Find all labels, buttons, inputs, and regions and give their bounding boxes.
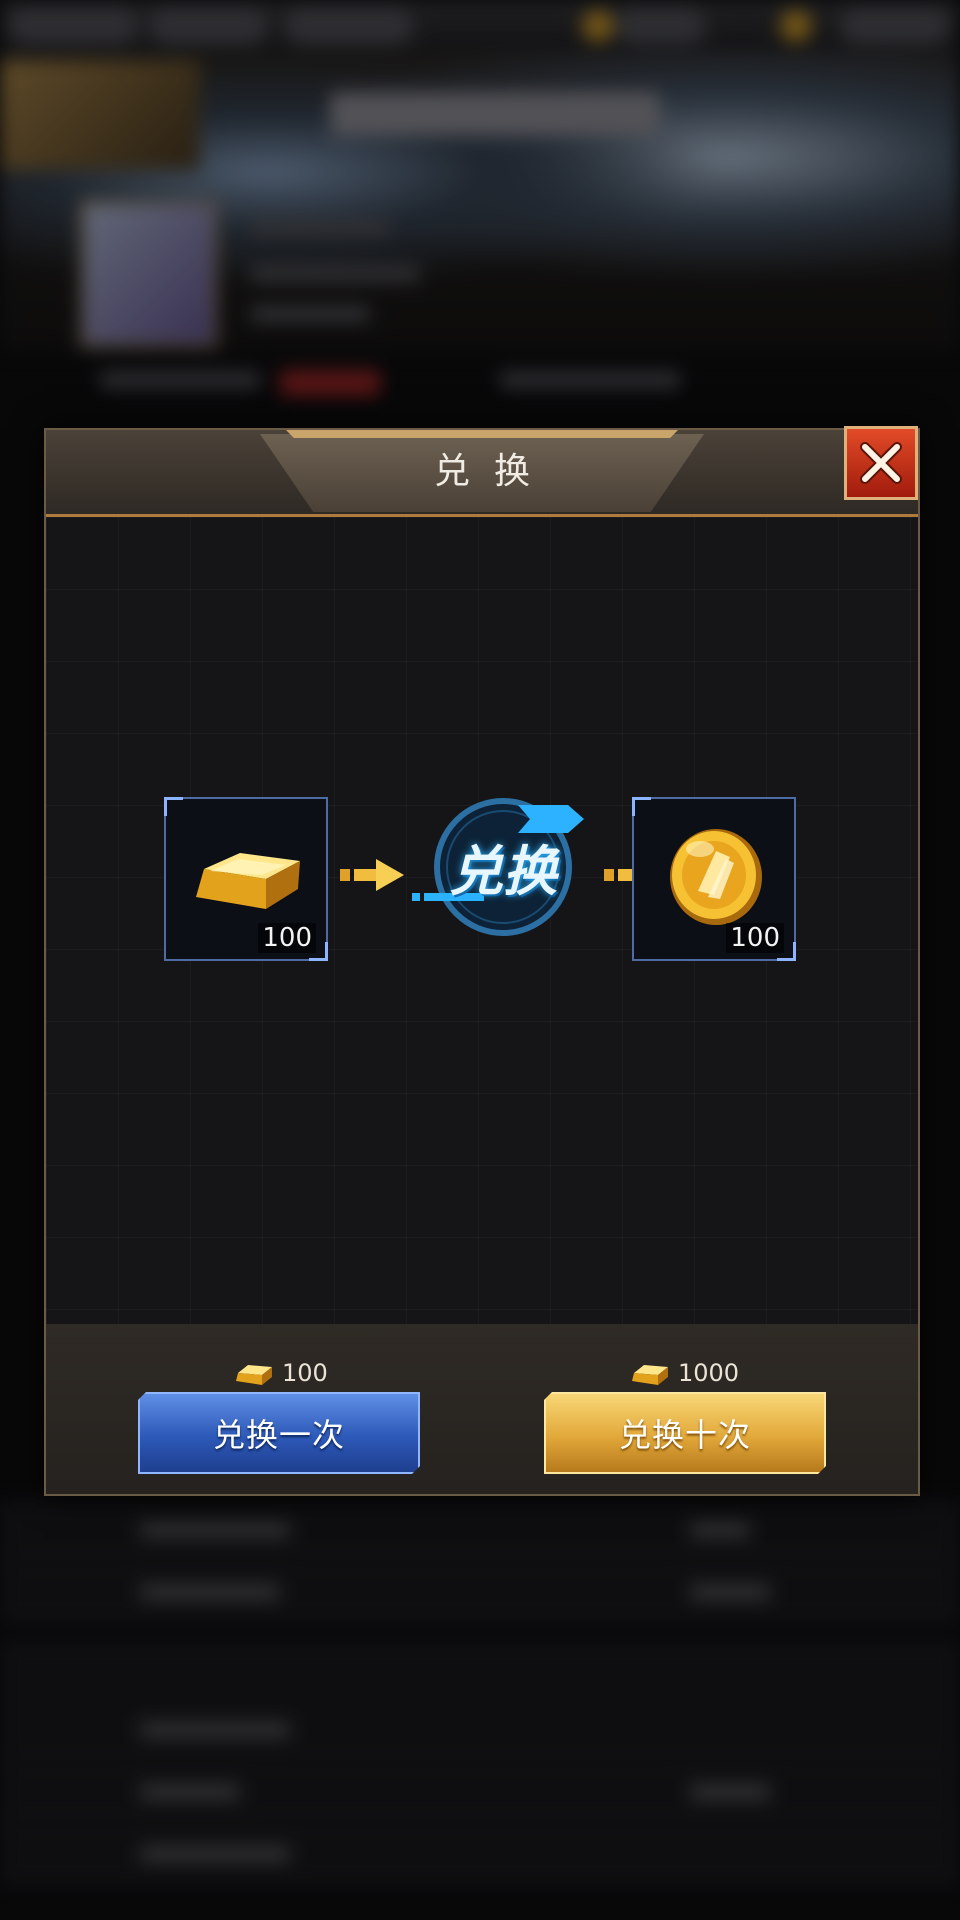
exchange-badge-label: 兑换 — [449, 840, 557, 903]
exchange-ten-cost-value: 1000 — [678, 1359, 740, 1387]
exchange-ten-label: 兑换十次 — [618, 1416, 751, 1454]
source-item-quantity: 100 — [258, 923, 316, 953]
gold-bar-icon — [632, 1365, 668, 1385]
exchange-once-label: 兑换一次 — [212, 1416, 345, 1454]
arrow-right-icon — [340, 859, 404, 891]
dialog-footer: 100 1000 兑换一次 兑换十次 — [46, 1324, 918, 1494]
exchange-once-cost: 100 — [234, 1356, 328, 1390]
dialog-title: 兑换 — [433, 451, 554, 492]
exchange-once-cost-value: 100 — [282, 1359, 328, 1387]
exchange-ten-button[interactable]: 兑换十次 — [544, 1392, 826, 1474]
dialog-body: 100 兑换 100 — [46, 517, 918, 1324]
target-item-slot[interactable]: 100 — [632, 797, 796, 961]
dialog-header: 兑换 — [46, 426, 918, 517]
exchange-ten-cost: 1000 — [630, 1356, 739, 1390]
exchange-dialog: 兑换 100 兑换 100 100 1000 兑换一次 兑换十次 — [44, 426, 920, 1496]
source-item-slot[interactable]: 100 — [164, 797, 328, 961]
exchange-once-button[interactable]: 兑换一次 — [138, 1392, 420, 1474]
exchange-badge: 兑换 — [408, 775, 598, 945]
close-icon — [860, 442, 902, 484]
gold-bar-icon — [236, 1365, 272, 1385]
close-button[interactable] — [844, 426, 918, 500]
target-item-quantity: 100 — [726, 923, 784, 953]
